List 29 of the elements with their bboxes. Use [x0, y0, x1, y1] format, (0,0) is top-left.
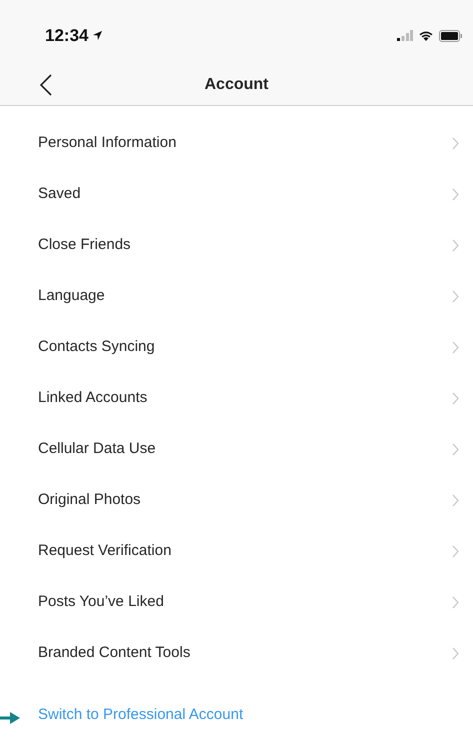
wifi-icon: [418, 30, 434, 42]
chevron-right-icon: [452, 290, 459, 303]
chevron-right-icon: [452, 494, 459, 507]
chevron-right-icon: [452, 545, 459, 558]
chevron-right-icon: [452, 341, 459, 354]
settings-row[interactable]: Request Verification: [0, 526, 473, 577]
chevron-right-icon: [452, 647, 459, 660]
settings-row[interactable]: Branded Content Tools: [0, 628, 473, 679]
settings-row[interactable]: Linked Accounts: [0, 373, 473, 424]
settings-row[interactable]: Saved: [0, 169, 473, 220]
location-arrow-icon: [92, 30, 104, 41]
chevron-right-icon: [452, 596, 459, 609]
signal-icon: [397, 30, 413, 41]
screen-title: Account: [204, 74, 268, 94]
pointer-arrow-icon: [0, 711, 20, 725]
chevron-right-icon: [452, 137, 459, 150]
chevron-right-icon: [452, 443, 459, 456]
chevron-right-icon: [452, 392, 459, 405]
chevron-right-icon: [452, 239, 459, 252]
settings-row[interactable]: Cellular Data Use: [0, 424, 473, 475]
chevron-right-icon: [452, 188, 459, 201]
settings-row[interactable]: Contacts Syncing: [0, 322, 473, 373]
settings-row[interactable]: Close Friends: [0, 220, 473, 271]
settings-row[interactable]: Personal Information: [0, 118, 473, 169]
status-time: 12:34: [45, 24, 88, 47]
settings-row[interactable]: Posts You’ve Liked: [0, 577, 473, 628]
settings-row[interactable]: Original Photos: [0, 475, 473, 526]
battery-icon: [439, 30, 463, 42]
settings-row[interactable]: Language: [0, 271, 473, 322]
